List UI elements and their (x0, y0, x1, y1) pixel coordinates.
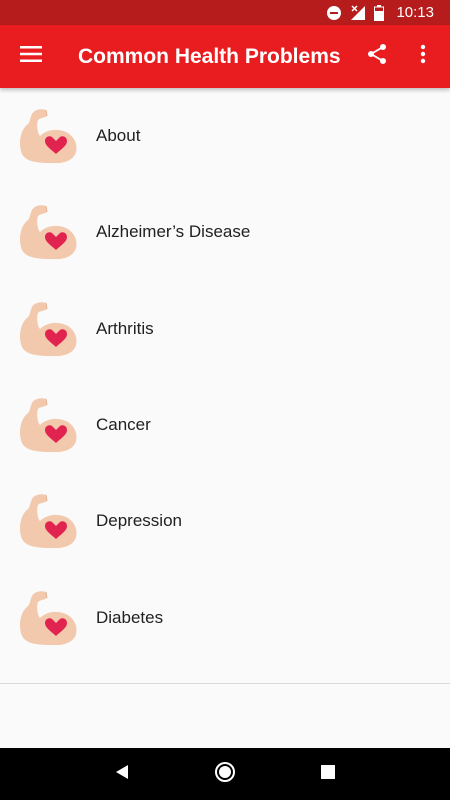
share-button[interactable] (354, 25, 400, 88)
do-not-disturb-icon (326, 5, 342, 21)
list-item[interactable]: Cancer (0, 377, 450, 473)
menu-icon (20, 45, 42, 68)
home-button[interactable] (200, 748, 250, 800)
list-item[interactable]: Depression (0, 473, 450, 569)
list-item-label: Alzheimer’s Disease (96, 222, 251, 242)
battery-icon (374, 4, 385, 21)
list-item-label: Arthritis (96, 318, 154, 338)
flexed-arm-heart-icon (16, 393, 80, 457)
system-nav-bar (0, 748, 450, 800)
list-item[interactable]: Arthritis (0, 281, 450, 377)
topic-list: About Alzheimer’s Disease Arthritis Canc… (0, 88, 450, 666)
recents-button[interactable] (303, 748, 353, 800)
list-item-label: Cancer (96, 415, 151, 435)
list-item[interactable]: Diabetes (0, 569, 450, 665)
list-item-label: Depression (96, 511, 182, 531)
menu-button[interactable] (0, 25, 62, 88)
back-icon (114, 764, 130, 785)
app-bar: Common Health Problems (0, 25, 450, 88)
more-options-button[interactable] (400, 25, 446, 88)
list-item[interactable]: Alzheimer’s Disease (0, 184, 450, 280)
status-time: 10:13 (396, 4, 434, 21)
flexed-arm-heart-icon (16, 104, 80, 168)
list-item-label: About (96, 126, 141, 146)
recents-icon (321, 764, 336, 784)
flexed-arm-heart-icon (16, 297, 80, 361)
signal-icon (350, 4, 366, 21)
list-item[interactable]: About (0, 88, 450, 184)
more-vert-icon (420, 44, 426, 69)
flexed-arm-heart-icon (16, 200, 80, 264)
back-button[interactable] (97, 748, 147, 800)
list-divider (0, 683, 450, 684)
home-icon (214, 761, 236, 788)
flexed-arm-heart-icon (16, 489, 80, 553)
page-title: Common Health Problems (78, 44, 341, 68)
list-item-label: Diabetes (96, 607, 164, 627)
flexed-arm-heart-icon (16, 586, 80, 650)
share-icon (366, 43, 388, 70)
status-bar: 10:13 (0, 0, 450, 25)
